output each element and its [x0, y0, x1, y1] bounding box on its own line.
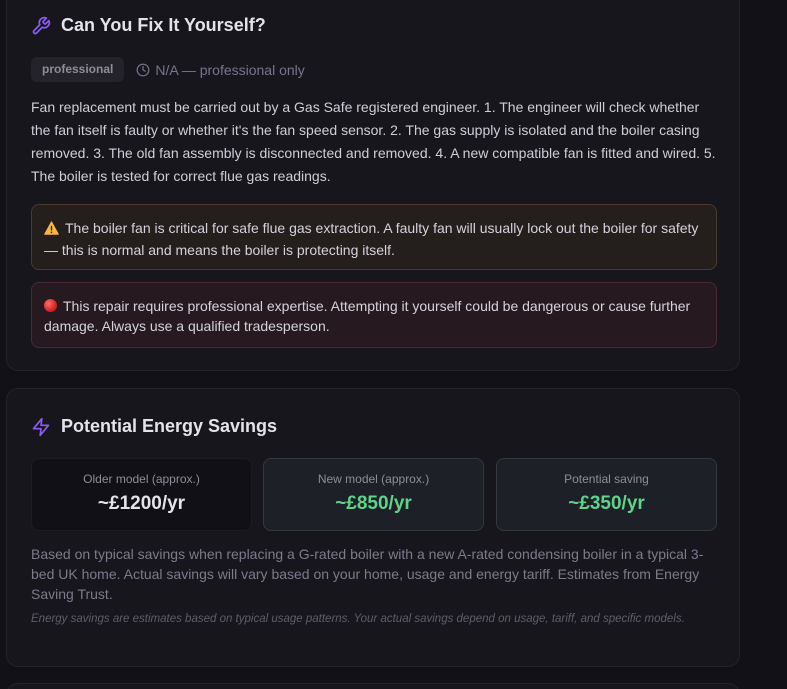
time-estimate-text: N/A — professional only: [155, 61, 305, 78]
energy-card-title: Potential Energy Savings: [61, 416, 278, 436]
energy-savings-card: Potential Energy Savings Older model (ap…: [6, 388, 740, 667]
stat-label: Older model (approx.): [83, 472, 200, 486]
next-card: [6, 683, 740, 689]
stat-label: Potential saving: [564, 472, 649, 486]
diy-meta-row: professional N/A — professional only: [31, 57, 305, 82]
repair-description: Fan replacement must be carried out by a…: [31, 99, 716, 184]
potential-saving-stat: Potential saving ~£350/yr: [496, 458, 717, 531]
warning-triangle-icon: [44, 220, 59, 240]
lightning-bolt-icon: [31, 417, 51, 437]
energy-card-header: Potential Energy Savings: [31, 416, 277, 437]
wrench-icon: [31, 16, 51, 36]
new-model-stat: New model (approx.) ~£850/yr: [263, 458, 484, 531]
danger-alert: This repair requires professional expert…: [31, 282, 717, 348]
clock-icon: [136, 63, 155, 77]
stat-value: ~£850/yr: [335, 493, 412, 514]
older-model-stat: Older model (approx.) ~£1200/yr: [31, 458, 252, 531]
page: Can You Fix It Yourself? professional N/…: [0, 0, 787, 689]
danger-text: This repair requires professional expert…: [44, 298, 691, 334]
diy-card-header: Can You Fix It Yourself?: [31, 15, 266, 36]
time-estimate: N/A — professional only: [136, 61, 305, 78]
diy-card-title: Can You Fix It Yourself?: [61, 15, 266, 35]
red-circle-icon: [44, 299, 57, 312]
energy-savings-disclaimer: Energy savings are estimates based on ty…: [31, 613, 685, 625]
warning-text: The boiler fan is critical for safe flue…: [44, 220, 699, 258]
warning-alert: The boiler fan is critical for safe flue…: [31, 204, 717, 270]
stat-value: ~£1200/yr: [97, 493, 186, 514]
diy-fix-card: Can You Fix It Yourself? professional N/…: [6, 0, 740, 371]
stat-value: ~£350/yr: [568, 493, 645, 514]
energy-savings-description: Based on typical savings when replacing …: [31, 546, 704, 602]
difficulty-badge: professional: [31, 57, 125, 82]
stat-label: New model (approx.): [317, 472, 430, 486]
